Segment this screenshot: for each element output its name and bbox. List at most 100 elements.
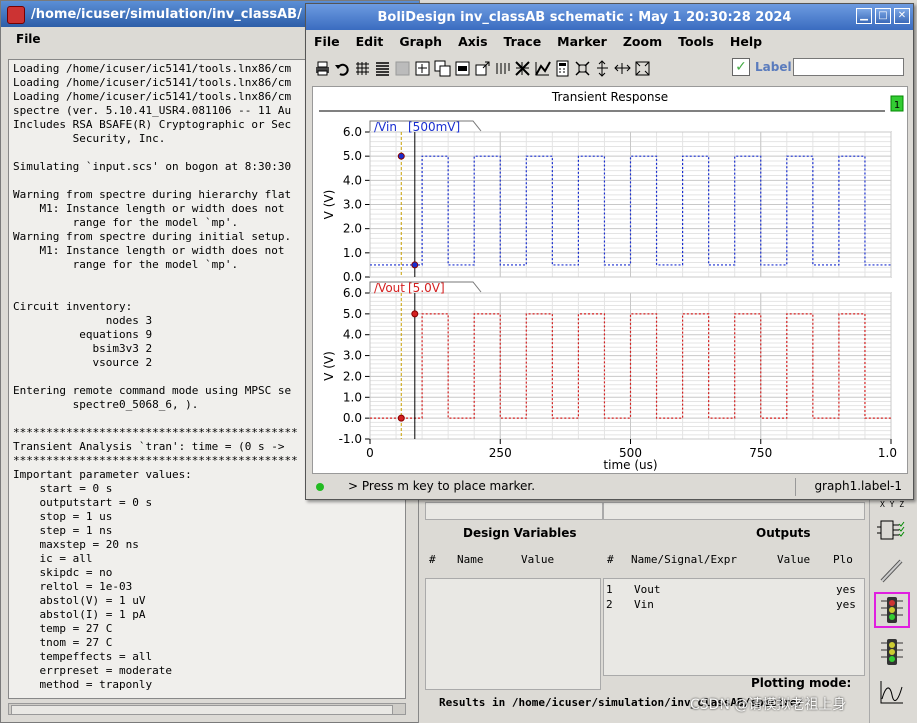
x-tick-label: 250 <box>489 446 512 460</box>
out-col-plot: Plo <box>833 553 853 566</box>
waveform-window: BoliDesign inv_classAB schematic : May 1… <box>305 3 914 500</box>
log-line: tempeffects = all <box>13 650 153 663</box>
expand-icon[interactable] <box>474 60 491 77</box>
minimize-button[interactable]: ▁ <box>856 8 872 24</box>
log-window-title: /home/icuser/simulation/inv_classAB/ <box>31 6 302 22</box>
menu-axis[interactable]: Axis <box>450 34 495 49</box>
zoom-fit-icon[interactable] <box>574 60 591 77</box>
label-caption: Label <box>755 60 792 74</box>
marker-grid-icon[interactable] <box>514 60 531 77</box>
waveform-titlebar[interactable]: BoliDesign inv_classAB schematic : May 1… <box>306 4 913 30</box>
log-line: method = traponly <box>13 678 153 691</box>
label-input[interactable] <box>793 58 904 76</box>
out-col-num: # <box>607 553 614 566</box>
marker-b-point[interactable] <box>411 261 419 269</box>
x-tick-label: 0 <box>366 446 374 460</box>
menu-file[interactable]: File <box>7 32 50 46</box>
y-tick-label: 2.0 <box>343 369 362 383</box>
zoom-in-icon[interactable] <box>634 60 651 77</box>
trace-icon[interactable] <box>534 60 551 77</box>
menu-edit[interactable]: Edit <box>348 34 392 49</box>
waveform-graph[interactable]: Transient Response 1 6.0 5.0 4.0 3.0 2.0 1.0 0.0… <box>313 87 907 473</box>
delete-subwindow-icon[interactable] <box>454 60 471 77</box>
waveform-window-title: BoliDesign inv_classAB schematic : May 1… <box>377 9 792 25</box>
design-variables-list[interactable] <box>425 578 601 690</box>
xyz-label: X Y Z <box>880 500 905 509</box>
y-tick-label: -1.0 <box>339 432 362 446</box>
marker-b-point[interactable] <box>411 310 419 318</box>
menu-help[interactable]: Help <box>722 34 770 49</box>
x-tick-label: 750 <box>749 446 772 460</box>
dv-col-num: # <box>429 553 436 566</box>
status-led-icon <box>316 483 324 491</box>
output-num: 1 <box>606 583 613 596</box>
log-horizontal-scrollbar[interactable] <box>8 703 406 715</box>
calculator-icon[interactable] <box>554 60 571 77</box>
ade-window: Design Variables Outputs # Name Value # … <box>418 500 917 723</box>
y-tick-label: 6.0 <box>343 286 362 300</box>
close-button[interactable]: ✕ <box>894 8 910 24</box>
zoom-y-icon[interactable] <box>594 59 611 77</box>
log-line: ic = all <box>13 552 93 565</box>
trace-scale: [500mV] <box>408 120 460 134</box>
y-axis-label: V (V) <box>322 351 336 381</box>
outputs-list[interactable]: 1 Vout yes 2 Vin yes <box>603 578 865 676</box>
menu-tools[interactable]: Tools <box>670 34 722 49</box>
probe-icon[interactable] <box>874 552 910 588</box>
status-bar: > Press m key to place marker. graph1.la… <box>312 478 908 496</box>
menu-zoom[interactable]: Zoom <box>615 34 670 49</box>
log-line: tnom = 27 C <box>13 636 113 649</box>
design-variables-title: Design Variables <box>463 526 577 540</box>
y-tick-label: 5.0 <box>343 307 362 321</box>
undo-icon[interactable] <box>334 60 351 77</box>
log-line: errpreset = moderate <box>13 664 172 677</box>
output-num: 2 <box>606 598 613 611</box>
dv-col-name: Name <box>457 553 484 566</box>
run-simulation-icon[interactable] <box>874 592 910 628</box>
print-icon[interactable] <box>314 60 331 77</box>
label-checkbox[interactable]: ✓ <box>732 58 750 76</box>
subwindow-badge-label: 1 <box>894 100 900 111</box>
y-tick-label: 6.0 <box>343 125 362 139</box>
log-line: step = 1 ns <box>13 524 113 537</box>
marker-a-point[interactable] <box>397 414 405 422</box>
status-current-label: graph1.label-1 <box>814 479 902 493</box>
overlay-icon[interactable] <box>394 60 411 77</box>
zoom-x-icon[interactable] <box>614 60 631 77</box>
menu-file[interactable]: File <box>306 34 348 49</box>
marker-a-point[interactable] <box>397 152 405 160</box>
output-plot: yes <box>836 583 856 596</box>
netlist-run-icon[interactable] <box>874 512 910 548</box>
log-line: reltol = 1e-03 <box>13 580 133 593</box>
y-tick-label: 2.0 <box>343 222 362 236</box>
dv-header: # Name Value <box>425 548 601 576</box>
plot-outputs-icon[interactable] <box>874 674 910 710</box>
app-icon <box>7 6 25 24</box>
menu-marker[interactable]: Marker <box>549 34 615 49</box>
bars-icon[interactable] <box>494 60 511 77</box>
output-plot: yes <box>836 598 856 611</box>
y-tick-label: 3.0 <box>343 198 362 212</box>
maximize-button[interactable]: □ <box>875 8 891 24</box>
trace-name: /Vout <box>374 281 405 295</box>
y-tick-label: 1.0 <box>343 246 362 260</box>
log-line: skipdc = no <box>13 566 113 579</box>
plot-area[interactable]: Transient Response 1 6.0 5.0 4.0 3.0 2.0 1.0 0.0… <box>312 86 908 474</box>
y-tick-label: 0.0 <box>343 411 362 425</box>
output-name: Vin <box>634 598 654 611</box>
y-tick-label: 4.0 <box>343 328 362 342</box>
y-tick-label: 4.0 <box>343 173 362 187</box>
plotting-mode-label: Plotting mode: <box>751 676 852 690</box>
ade-side-toolbar: X Y Z <box>869 500 915 723</box>
copy-window-icon[interactable] <box>434 60 451 77</box>
stop-simulation-icon[interactable] <box>874 634 910 670</box>
x-tick-label: 1.0 <box>878 446 897 460</box>
strip-icon[interactable] <box>374 60 391 77</box>
grid-icon[interactable] <box>354 60 371 77</box>
watermark: CSDN @请模拟老祖上身 <box>690 697 847 713</box>
scrollbar-thumb[interactable] <box>11 705 393 715</box>
add-subwindow-icon[interactable] <box>414 60 431 77</box>
menu-graph[interactable]: Graph <box>391 34 450 49</box>
menu-trace[interactable]: Trace <box>496 34 550 49</box>
y-tick-label: 3.0 <box>343 349 362 363</box>
